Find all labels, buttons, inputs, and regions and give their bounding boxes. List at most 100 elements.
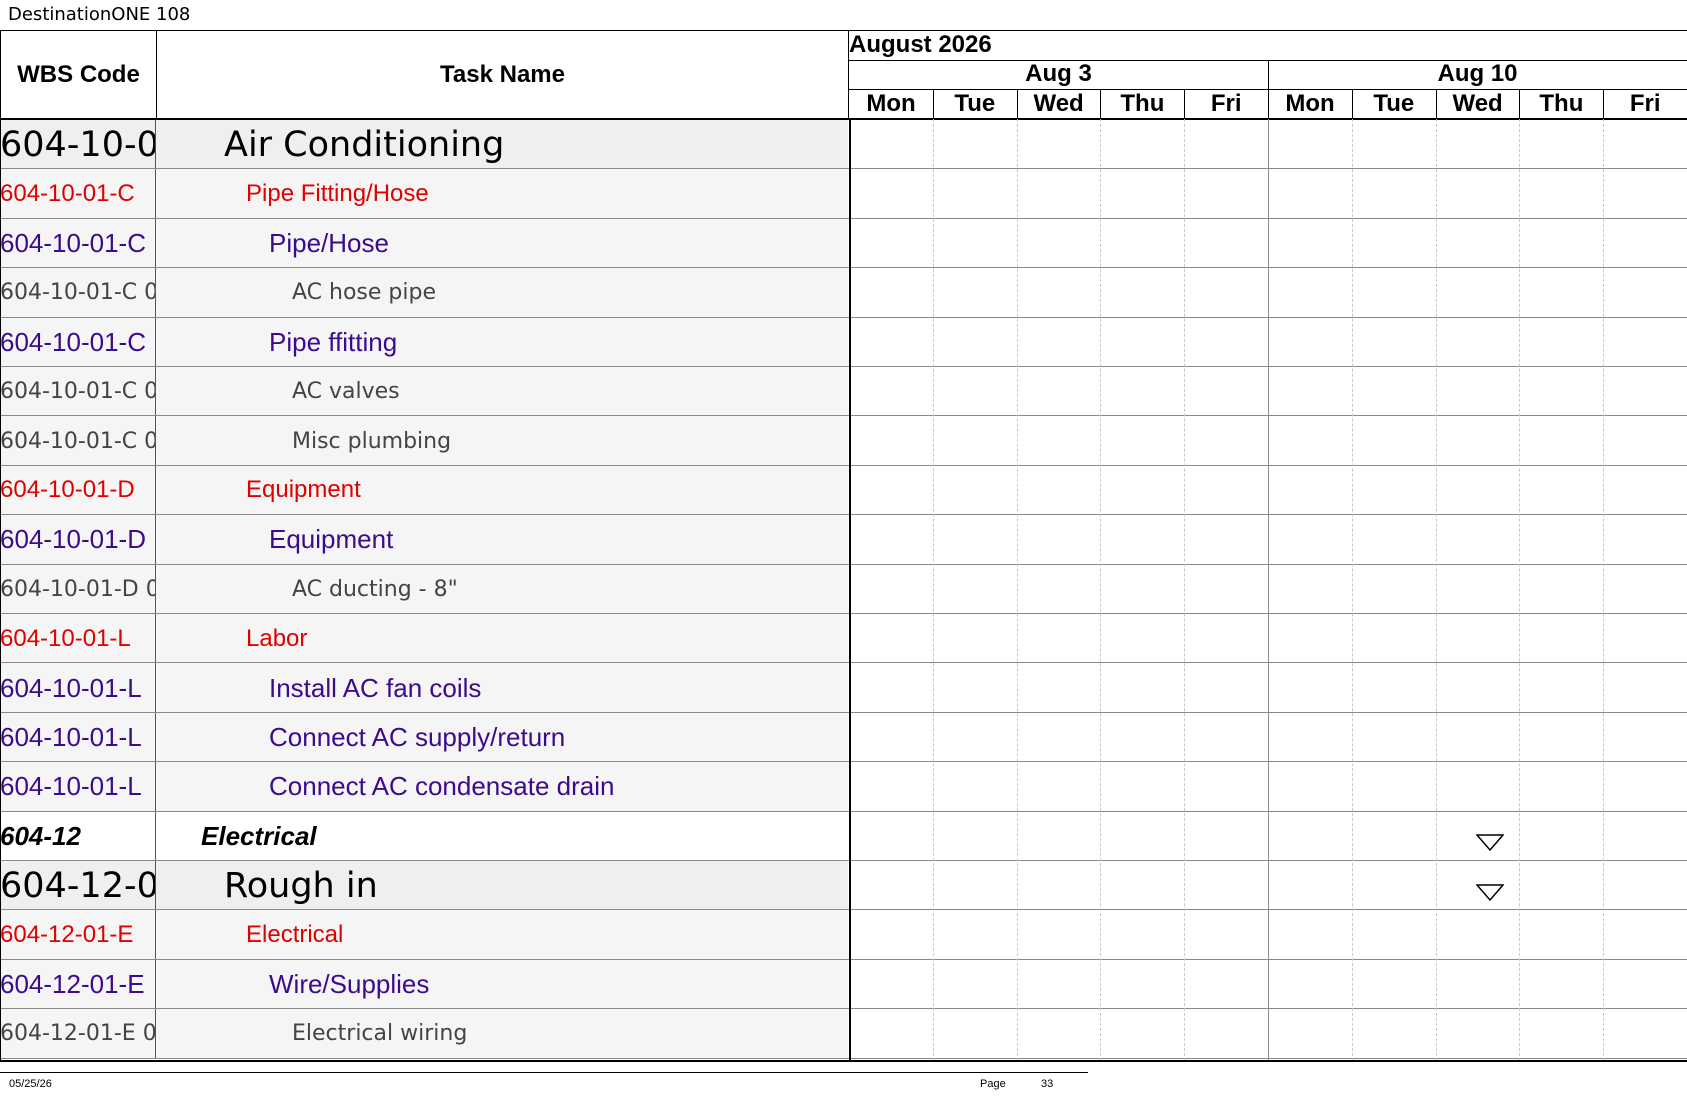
wbs-code-cell: 604-10-01-L [0,712,156,763]
wbs-code-cell: 604-10-01 [0,120,156,170]
task-name-cell: Pipe ffitting [269,326,398,357]
timeline-day-2: Tue [954,90,996,117]
wbs-code-header[interactable]: WBS Code [0,30,157,119]
task-name-cell: Equipment [269,524,394,555]
timeline-day-10: Fri [1629,90,1661,117]
task-name-cell: Labor [246,624,308,652]
task-row[interactable]: 604-12 Electrical [0,811,848,861]
wbs-code-cell: 604-12 [0,811,156,861]
wbs-code-cell: 604-10-01-D 0 [0,564,156,614]
wbs-code-cell: 604-10-01-L [0,614,156,664]
table-bottom-border [0,1060,1687,1062]
timeline-grid-line [849,119,851,1061]
task-name-cell: AC valves [292,379,400,405]
day-header-divider [1016,89,1018,119]
task-row[interactable]: 604-10-01-D 0 AC ducting - 8" [0,564,848,614]
task-row[interactable]: 604-12-01-E Wire/Supplies [0,959,848,1010]
wbs-code-cell: 604-12-01-E [0,959,156,1010]
day-header-divider [1519,89,1521,119]
timeline-grid-line [1016,119,1018,1061]
wbs-code-cell: 604-12-01 [0,861,156,911]
day-header-divider [1184,89,1186,119]
wbs-code-cell: 604-12-01-E [0,910,156,960]
task-row[interactable]: 604-10-01-C Pipe ffitting [0,317,848,367]
task-row[interactable]: 604-12-01-E Electrical [0,910,848,960]
day-header-divider [1603,89,1605,119]
timeline-grid-line [1603,119,1605,1061]
row-divider [0,1057,1687,1059]
task-name-cell: Electrical [246,921,344,949]
task-name-cell: Connect AC condensate drain [269,771,615,802]
timeline-day-6: Mon [1285,90,1335,117]
timeline-month: August 2026 [849,31,992,58]
timeline-day-8: Wed [1452,90,1503,117]
wbs-code-cell: 604-10-01-C 0 [0,367,156,417]
task-row[interactable]: 604-10-01-C 0 Misc plumbing [0,416,848,466]
task-row[interactable]: 604-12-01-E 0 Electrical wiring [0,1009,848,1059]
timeline-day-3: Wed [1033,90,1084,117]
task-name-header-label: Task Name [440,61,565,88]
timeline-day-9: Thu [1539,90,1584,117]
timeline-day-1: Mon [866,90,916,117]
task-row[interactable]: 604-10-01-D Equipment [0,465,848,516]
timeline-day-5: Fri [1210,90,1242,117]
timeline-day-7: Tue [1373,90,1415,117]
timeline-grid-line [932,119,934,1061]
timeline-grid-line [1435,119,1437,1061]
wbs-code-cell: 604-10-01-L [0,762,156,812]
task-row[interactable]: 604-10-01 Air Conditioning [0,120,848,170]
wbs-code-header-label: WBS Code [17,61,140,88]
wbs-code-cell: 604-10-01-C [0,169,156,219]
day-header-divider [1268,89,1269,119]
wbs-code-cell: 604-10-01-C 0 [0,416,156,466]
footer-divider [0,1072,1088,1073]
day-header-divider [1435,89,1437,119]
task-name-header[interactable]: Task Name [157,30,849,119]
footer-page-label: Page [980,1078,1006,1090]
document-title: DestinationONE 108 [8,4,191,25]
wbs-code-cell: 604-10-01-C [0,218,156,269]
wbs-code-cell: 604-10-01-C [0,317,156,367]
timeline-day-4: Thu [1120,90,1165,117]
wbs-code-cell: 604-12-01-E 0 [0,1009,156,1059]
table-left-border [0,30,1,1061]
task-name-cell: Rough in [224,865,378,906]
task-name-cell: Electrical [201,820,317,851]
week-header-divider [1268,60,1269,90]
wbs-code-cell: 604-10-01-L [0,663,156,713]
task-row[interactable]: 604-10-01-C 0 AC valves [0,367,848,417]
task-name-cell: Misc plumbing [292,428,452,454]
task-name-cell: Install AC fan coils [269,672,482,703]
task-row[interactable]: 604-10-01-L Connect AC supply/return [0,712,848,763]
footer-date: 05/25/26 [9,1078,52,1090]
wbs-code-cell: 604-10-01-D [0,515,156,565]
task-row[interactable]: 604-12-01 Rough in [0,861,848,911]
task-row[interactable]: 604-10-01-C 0 AC hose pipe [0,268,848,318]
task-name-cell: Pipe/Hose [269,227,389,258]
task-name-cell: Equipment [246,476,361,504]
wbs-code-cell: 604-10-01-D [0,465,156,516]
wbs-code-cell: 604-10-01-C 0 [0,268,156,318]
footer-page-number: 33 [1041,1078,1054,1090]
milestone-marker-rough-in[interactable] [1476,884,1504,902]
timeline-grid-line [1184,119,1186,1061]
task-name-cell: Electrical wiring [292,1021,468,1047]
task-name-cell: AC ducting - 8" [292,576,458,602]
task-row[interactable]: 604-10-01-C Pipe/Hose [0,218,848,269]
day-header-divider [932,89,934,119]
task-name-cell: Pipe Fitting/Hose [246,180,429,208]
task-row[interactable]: 604-10-01-L Install AC fan coils [0,663,848,713]
task-name-cell: Connect AC supply/return [269,721,566,752]
task-row[interactable]: 604-10-01-C Pipe Fitting/Hose [0,169,848,219]
timeline-grid-line [1519,119,1521,1061]
task-name-cell: Air Conditioning [224,124,505,165]
timeline-week-1: Aug 3 [1025,60,1092,87]
task-row[interactable]: 604-10-01-D Equipment [0,515,848,565]
task-row[interactable]: 604-10-01-L Labor [0,614,848,664]
milestone-marker-electrical[interactable] [1476,834,1504,852]
timeline-grid-line [1100,119,1102,1061]
day-header-divider [1100,89,1102,119]
task-name-cell: Wire/Supplies [269,968,430,999]
task-row[interactable]: 604-10-01-L Connect AC condensate drain [0,762,848,812]
task-name-cell: AC hose pipe [292,280,436,306]
